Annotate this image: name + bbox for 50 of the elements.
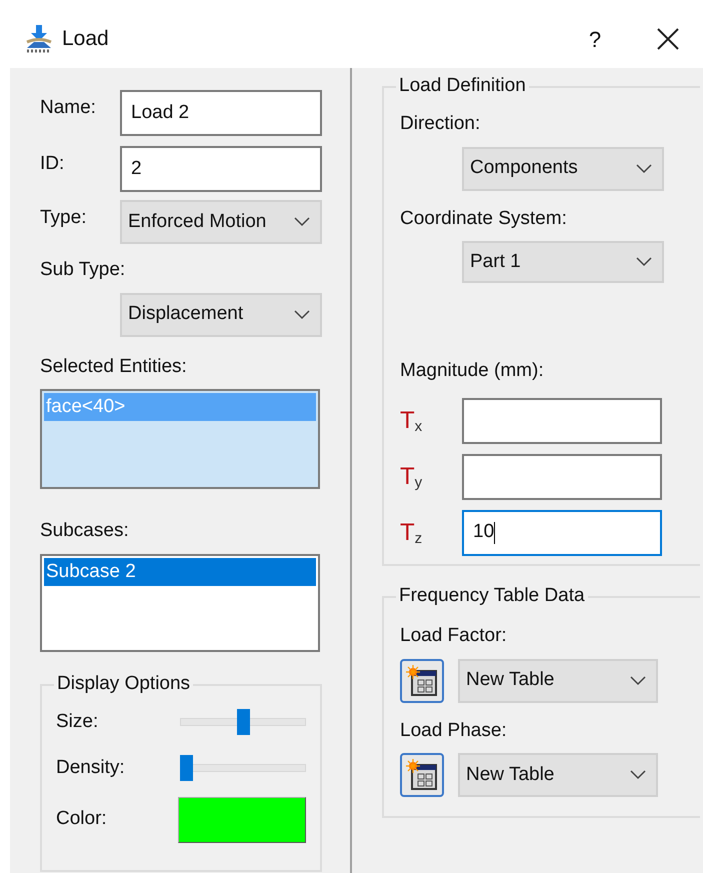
table-icon (406, 759, 438, 791)
chevron-down-icon (630, 770, 646, 780)
dropdown[interactable]: New Table (458, 658, 658, 702)
text-field[interactable]: Load 2 (120, 90, 322, 136)
field-label: Type: (40, 206, 88, 230)
table-icon (406, 664, 438, 696)
field-label: Subcases: (40, 519, 130, 543)
slider-thumb[interactable] (180, 755, 193, 782)
dropdown[interactable]: Displacement (120, 292, 322, 336)
slider[interactable] (180, 708, 306, 735)
dropdown[interactable]: Part 1 (462, 241, 664, 283)
list-item[interactable]: Subcase 2 (44, 558, 316, 586)
field-label: Name: (40, 96, 97, 120)
dropdown[interactable]: Components (462, 146, 664, 190)
new-table-button[interactable] (400, 658, 444, 702)
window-title: Load (62, 26, 109, 52)
slider[interactable] (180, 755, 306, 782)
field-label: Density: (56, 756, 125, 780)
dropdown[interactable]: New Table (458, 753, 658, 797)
chevron-down-icon (294, 310, 310, 320)
field-label: Magnitude (mm): (400, 359, 545, 383)
text-field[interactable] (462, 454, 662, 500)
field-label: Size: (56, 710, 98, 734)
group-title: Frequency Table Data (396, 584, 588, 608)
component-label: T$_{y}$ (400, 462, 424, 494)
list-box[interactable]: Subcase 2 (40, 554, 320, 652)
text-field[interactable] (462, 398, 662, 444)
slider-thumb[interactable] (236, 708, 250, 735)
text-field[interactable]: 2 (120, 146, 322, 192)
field-label: Selected Entities: (40, 354, 188, 378)
field-label: Color: (56, 807, 107, 832)
chevron-down-icon (636, 164, 652, 174)
field-label: Coordinate System: (400, 206, 568, 230)
close-icon[interactable] (657, 28, 679, 50)
component-label: T$_{z}$ (400, 518, 424, 550)
field-label: Sub Type: (40, 258, 126, 282)
field-label: ID: (40, 152, 66, 176)
new-table-button[interactable] (400, 753, 444, 797)
field-label: Direction: (400, 112, 482, 136)
dropdown[interactable]: Enforced Motion (120, 200, 322, 244)
load-icon (24, 24, 54, 54)
field-label: Load Phase: (400, 718, 508, 742)
color-swatch[interactable] (178, 796, 306, 842)
component-label: T$_{x}$ (400, 406, 424, 438)
chevron-down-icon (294, 217, 310, 227)
field-label: Load Factor: (400, 624, 508, 648)
text-field[interactable]: 10 (462, 510, 662, 556)
chevron-down-icon (630, 676, 646, 686)
help-button[interactable]: ? (575, 22, 615, 56)
chevron-down-icon (636, 257, 652, 267)
